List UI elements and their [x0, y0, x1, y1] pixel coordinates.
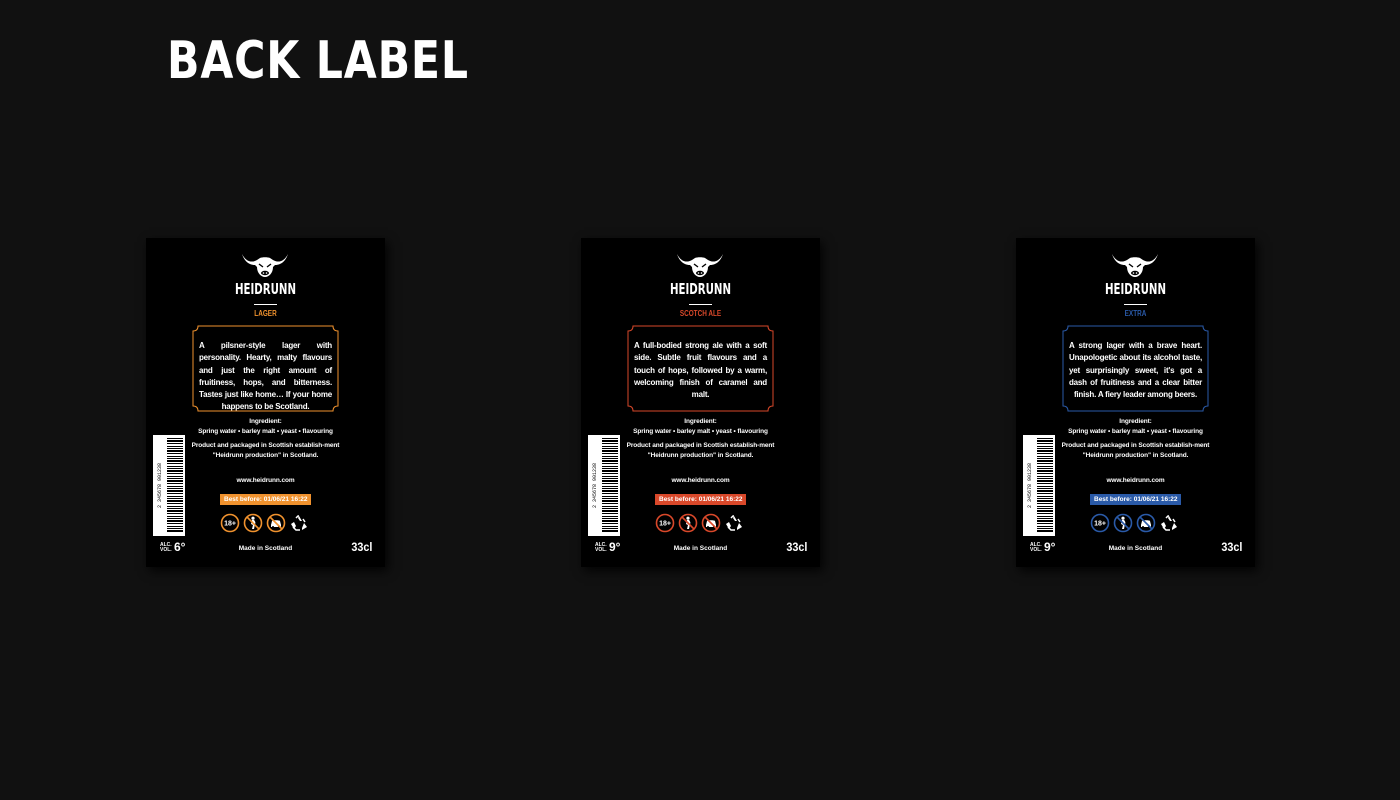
- description-frame: A full-bodied strong ale with a soft sid…: [627, 325, 774, 412]
- page-title: BACK LABEL: [167, 31, 469, 91]
- bull-head-logo-icon: [242, 254, 288, 277]
- no-drink-driving-icon: [266, 513, 286, 533]
- beer-variety: SCOTCH ALE: [679, 309, 722, 318]
- ingredients-list: Spring water • barley malt • yeast • fla…: [633, 428, 768, 435]
- made-in-text: Made in Scotland: [673, 545, 728, 552]
- barcode-lines: [1037, 438, 1053, 533]
- svg-text:18+: 18+: [1094, 521, 1106, 528]
- pregnancy-warning-icon: [243, 513, 263, 533]
- website-link: www.heidrunn.com: [236, 477, 295, 484]
- ingredients-list: Spring water • barley malt • yeast • fla…: [1068, 428, 1203, 435]
- description-frame: A pilsner-style lager with personality. …: [192, 325, 339, 412]
- back-label-lager: HEIDRUNN LAGER A pilsner-style lager wit…: [146, 238, 385, 567]
- brand-divider: [1124, 304, 1147, 305]
- age-18-icon: 18+: [1090, 513, 1110, 533]
- barcode-lines: [167, 438, 183, 533]
- pregnancy-warning-icon: [1113, 513, 1133, 533]
- production-info: Product and packaged in Scottish establi…: [626, 442, 775, 459]
- warning-icons: 18+: [220, 513, 312, 535]
- best-before-badge: Best before: 01/06/21 16:22: [655, 494, 747, 505]
- back-label-scotch-ale: HEIDRUNN SCOTCH ALE A full-bodied strong…: [581, 238, 820, 567]
- ingredients-title: Ingredient:: [1119, 418, 1152, 425]
- brand-divider: [254, 304, 277, 305]
- barcode: 2 345678 901238: [1023, 435, 1055, 536]
- recycle-icon: [1161, 515, 1177, 531]
- brand-name: HEIDRUNN: [1105, 280, 1166, 298]
- brand-name: HEIDRUNN: [235, 280, 296, 298]
- barcode-number: 2 345678 901238: [157, 463, 163, 509]
- volume-value: 33cl: [1220, 540, 1242, 554]
- barcode-number: 2 345678 901238: [1027, 463, 1033, 509]
- website-link: www.heidrunn.com: [1106, 477, 1165, 484]
- svg-text:18+: 18+: [659, 521, 671, 528]
- volume-value: 33cl: [785, 540, 807, 554]
- beer-description: A strong lager with a brave heart. Unapo…: [1069, 341, 1202, 400]
- recycle-icon: [726, 515, 742, 531]
- production-info: Product and packaged in Scottish establi…: [191, 442, 340, 459]
- pregnancy-warning-icon: [678, 513, 698, 533]
- age-18-icon: 18+: [655, 513, 675, 533]
- brand-divider: [689, 304, 712, 305]
- description-frame: A strong lager with a brave heart. Unapo…: [1062, 325, 1209, 412]
- brand-name: HEIDRUNN: [670, 280, 731, 298]
- ingredients-list: Spring water • barley malt • yeast • fla…: [198, 428, 333, 435]
- recycle-icon: [291, 515, 307, 531]
- made-in-text: Made in Scotland: [1108, 545, 1163, 552]
- website-link: www.heidrunn.com: [671, 477, 730, 484]
- back-label-extra: HEIDRUNN EXTRA A strong lager with a bra…: [1016, 238, 1255, 567]
- warning-icons: 18+: [1090, 513, 1182, 535]
- production-info: Product and packaged in Scottish establi…: [1061, 442, 1210, 459]
- barcode-number: 2 345678 901238: [592, 463, 598, 509]
- no-drink-driving-icon: [701, 513, 721, 533]
- barcode: 2 345678 901238: [588, 435, 620, 536]
- svg-text:18+: 18+: [224, 521, 236, 528]
- best-before-badge: Best before: 01/06/21 16:22: [220, 494, 312, 505]
- bull-head-logo-icon: [677, 254, 723, 277]
- no-drink-driving-icon: [1136, 513, 1156, 533]
- ingredients-title: Ingredient:: [249, 418, 282, 425]
- made-in-text: Made in Scotland: [238, 545, 293, 552]
- barcode-lines: [602, 438, 618, 533]
- age-18-icon: 18+: [220, 513, 240, 533]
- ingredients-title: Ingredient:: [684, 418, 717, 425]
- bull-head-logo-icon: [1112, 254, 1158, 277]
- beer-variety: EXTRA: [1124, 309, 1147, 318]
- barcode: 2 345678 901238: [153, 435, 185, 536]
- volume-value: 33cl: [350, 540, 372, 554]
- warning-icons: 18+: [655, 513, 747, 535]
- beer-description: A pilsner-style lager with personality. …: [199, 341, 332, 412]
- beer-variety: LAGER: [254, 309, 277, 318]
- best-before-badge: Best before: 01/06/21 16:22: [1090, 494, 1182, 505]
- beer-description: A full-bodied strong ale with a soft sid…: [634, 341, 767, 400]
